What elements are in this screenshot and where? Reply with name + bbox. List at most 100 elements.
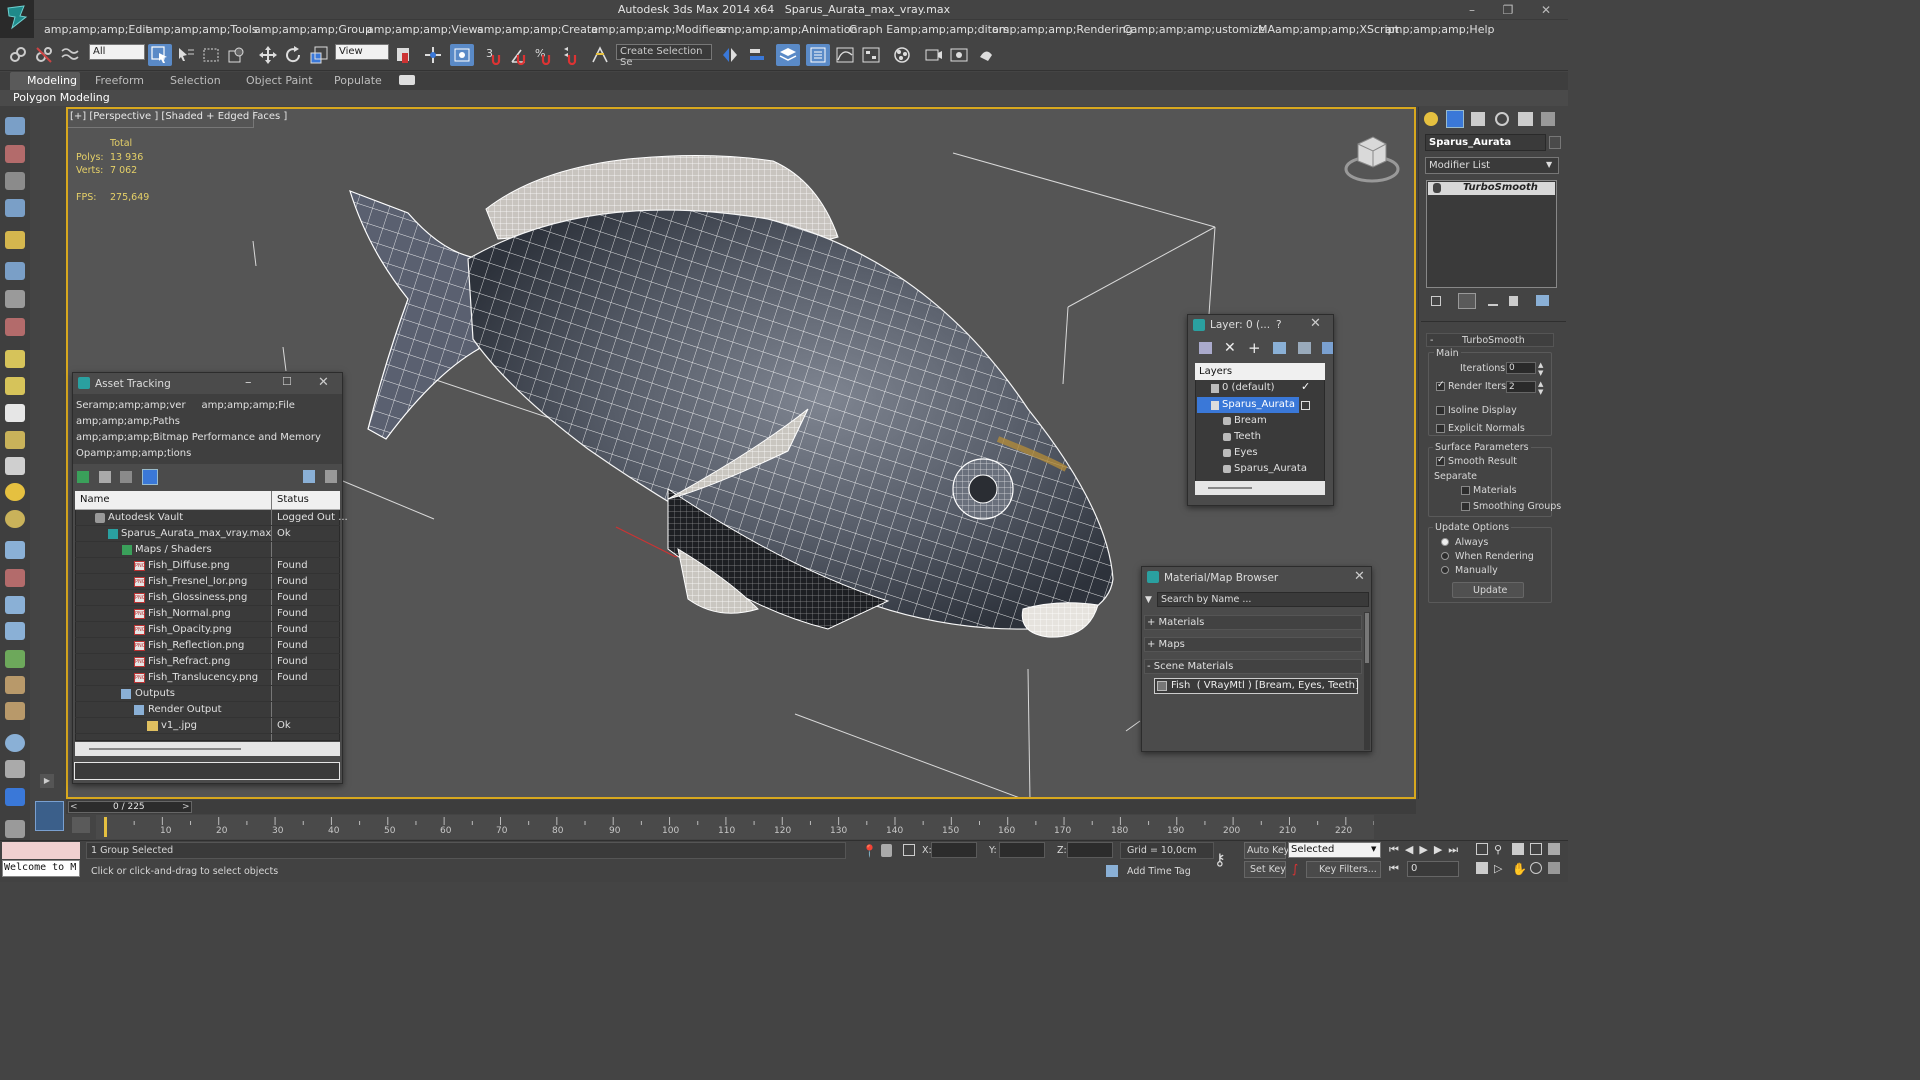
- active-layer-check-icon[interactable]: ✓: [1301, 380, 1310, 393]
- make-unique-icon[interactable]: [1488, 296, 1498, 306]
- scale-icon[interactable]: [307, 44, 331, 66]
- hair-icon[interactable]: [5, 676, 25, 694]
- asset-menu-server-file[interactable]: Seramp;amp;amp;ver amp;amp;amp;File: [76, 400, 295, 411]
- material-browser-scroll-thumb[interactable]: [1365, 613, 1369, 663]
- isolate-selection-icon[interactable]: 📍: [862, 844, 877, 858]
- tab-object-paint[interactable]: Object Paint: [246, 74, 313, 87]
- menu-animation[interactable]: amp;amp;amp;Animation: [717, 23, 858, 36]
- asset-menu-paths[interactable]: amp;amp;amp;Paths: [76, 416, 180, 427]
- light-icon[interactable]: [5, 231, 25, 249]
- bones-icon[interactable]: [5, 569, 25, 587]
- material-browser-close-button[interactable]: ✕: [1354, 569, 1365, 584]
- layer-object-bream[interactable]: Bream: [1234, 415, 1267, 426]
- pan-view-icon[interactable]: ▷: [1494, 862, 1502, 875]
- layer-item-sparus-aurata[interactable]: Sparus_Aurata: [1222, 399, 1295, 410]
- window-crossing-icon[interactable]: [224, 44, 248, 66]
- maximize-viewport-icon[interactable]: [1548, 862, 1560, 874]
- menu-edit[interactable]: amp;amp;amp;Edit: [44, 23, 150, 36]
- cone-icon[interactable]: [5, 457, 25, 475]
- layer-scroll-thumb[interactable]: [1208, 487, 1252, 489]
- highlight-layer-icon[interactable]: [1298, 342, 1311, 354]
- angle-snap-icon[interactable]: [507, 44, 531, 66]
- layer-close-button[interactable]: ✕: [1310, 316, 1321, 331]
- particles-icon[interactable]: [5, 541, 25, 559]
- render-production-icon[interactable]: [974, 44, 998, 66]
- zoom-icon[interactable]: ⚲: [1494, 843, 1502, 856]
- create-tab-icon[interactable]: [1424, 112, 1438, 126]
- time-configuration-icon[interactable]: [1476, 843, 1488, 855]
- menu-modifiers[interactable]: amp;amp;amp;Modifiers: [591, 23, 726, 36]
- separate-smoothing-groups-checkbox[interactable]: [1461, 502, 1470, 511]
- material-editor-icon[interactable]: [890, 44, 914, 66]
- hide-layers-icon[interactable]: [1322, 342, 1333, 354]
- zoom-extents-all-icon[interactable]: [1548, 843, 1560, 855]
- select-in-layer-icon[interactable]: [1273, 342, 1286, 354]
- menu-help[interactable]: amp;amp;amp;Help: [1385, 23, 1495, 36]
- update-when-rendering-radio[interactable]: [1441, 552, 1449, 560]
- foliage-icon[interactable]: [5, 650, 25, 668]
- tab-selection[interactable]: Selection: [170, 74, 221, 87]
- update-manually-radio[interactable]: [1441, 566, 1449, 574]
- spinner-arrows-icon[interactable]: ▲ ▼: [1538, 361, 1543, 377]
- close-window-button[interactable]: ✕: [1536, 2, 1556, 18]
- mental-ray-icon[interactable]: [5, 788, 25, 806]
- motion-tab-icon[interactable]: [1495, 112, 1509, 126]
- render-setup-icon[interactable]: [921, 44, 945, 66]
- separate-materials-checkbox[interactable]: [1461, 486, 1470, 495]
- time-tag-icon[interactable]: [1106, 865, 1118, 877]
- mirror-icon[interactable]: [718, 44, 742, 66]
- hemisphere-icon[interactable]: [5, 377, 25, 395]
- pivot-center-icon[interactable]: [392, 44, 416, 66]
- hand-icon[interactable]: ✋: [1512, 862, 1527, 876]
- column-header-name[interactable]: Name: [80, 494, 110, 505]
- asset-minimize-button[interactable]: –: [245, 375, 252, 390]
- spinner-arrows-icon[interactable]: ▲ ▼: [1538, 380, 1543, 396]
- lightbulb-icon[interactable]: [1433, 183, 1441, 193]
- select-manipulate-icon[interactable]: [421, 44, 445, 66]
- viewport-label[interactable]: [+] [Perspective ] [Shaded + Edged Faces…: [70, 111, 287, 122]
- maxscript-listener-pink[interactable]: [2, 842, 80, 859]
- toolbar-more-icon[interactable]: [5, 820, 25, 838]
- utilities-tab-icon[interactable]: [1541, 112, 1555, 126]
- teapot-icon[interactable]: [5, 117, 25, 135]
- grid-icon[interactable]: [5, 199, 25, 217]
- unlink-icon[interactable]: [32, 44, 56, 66]
- render-iters-spinner[interactable]: 2: [1506, 381, 1536, 393]
- rect-selection-icon[interactable]: [199, 44, 223, 66]
- layers-column-header[interactable]: Layers: [1199, 366, 1232, 377]
- rendered-frame-window-icon[interactable]: [947, 44, 971, 66]
- configure-modifier-sets-icon[interactable]: [1536, 295, 1549, 306]
- make-active-box-icon[interactable]: [1301, 401, 1310, 410]
- render-icon[interactable]: [5, 760, 25, 778]
- menu-rendering[interactable]: amp;amp;amp;Rendering: [992, 23, 1133, 36]
- render-iters-checkbox[interactable]: [1436, 380, 1445, 391]
- sphere-icon[interactable]: [5, 350, 25, 368]
- link-icon[interactable]: [6, 44, 30, 66]
- options-icon[interactable]: [325, 470, 337, 483]
- column-header-status[interactable]: Status: [277, 494, 309, 505]
- go-to-frame-icon[interactable]: ⏮: [1389, 862, 1399, 876]
- menu-customize[interactable]: Camp;amp;amp;ustomize: [1123, 23, 1265, 36]
- grid-view-icon[interactable]: [142, 469, 158, 485]
- explicit-normals-checkbox[interactable]: [1436, 424, 1445, 433]
- curve-editor-icon[interactable]: [833, 44, 857, 66]
- object-color-swatch[interactable]: [1549, 136, 1561, 149]
- layer-object-sparus-aurata[interactable]: Sparus_Aurata: [1234, 463, 1307, 474]
- helper-icon[interactable]: [5, 290, 25, 308]
- zoom-extents-icon[interactable]: [1530, 843, 1542, 855]
- camera-icon[interactable]: [5, 262, 25, 280]
- polygon-modeling-label[interactable]: Polygon Modeling: [13, 91, 110, 104]
- asset-menu-bitmap[interactable]: amp;amp;amp;Bitmap Performance and Memor…: [76, 432, 321, 443]
- cat-icon[interactable]: [5, 622, 25, 640]
- move-icon[interactable]: [256, 44, 280, 66]
- viewcube-icon[interactable]: [1344, 136, 1400, 183]
- scene-explorer-icon[interactable]: [806, 44, 830, 66]
- cloth-icon[interactable]: [5, 702, 25, 720]
- edit-named-selection-icon[interactable]: [588, 44, 612, 66]
- menu-maxscript[interactable]: MAamp;amp;amp;XScript: [1258, 23, 1399, 36]
- update-always-radio[interactable]: [1441, 538, 1449, 546]
- table-row[interactable]: [75, 718, 340, 734]
- asset-close-button[interactable]: ✕: [318, 375, 329, 390]
- restore-button[interactable]: ❐: [1498, 2, 1518, 18]
- layer-object-eyes[interactable]: Eyes: [1234, 447, 1258, 458]
